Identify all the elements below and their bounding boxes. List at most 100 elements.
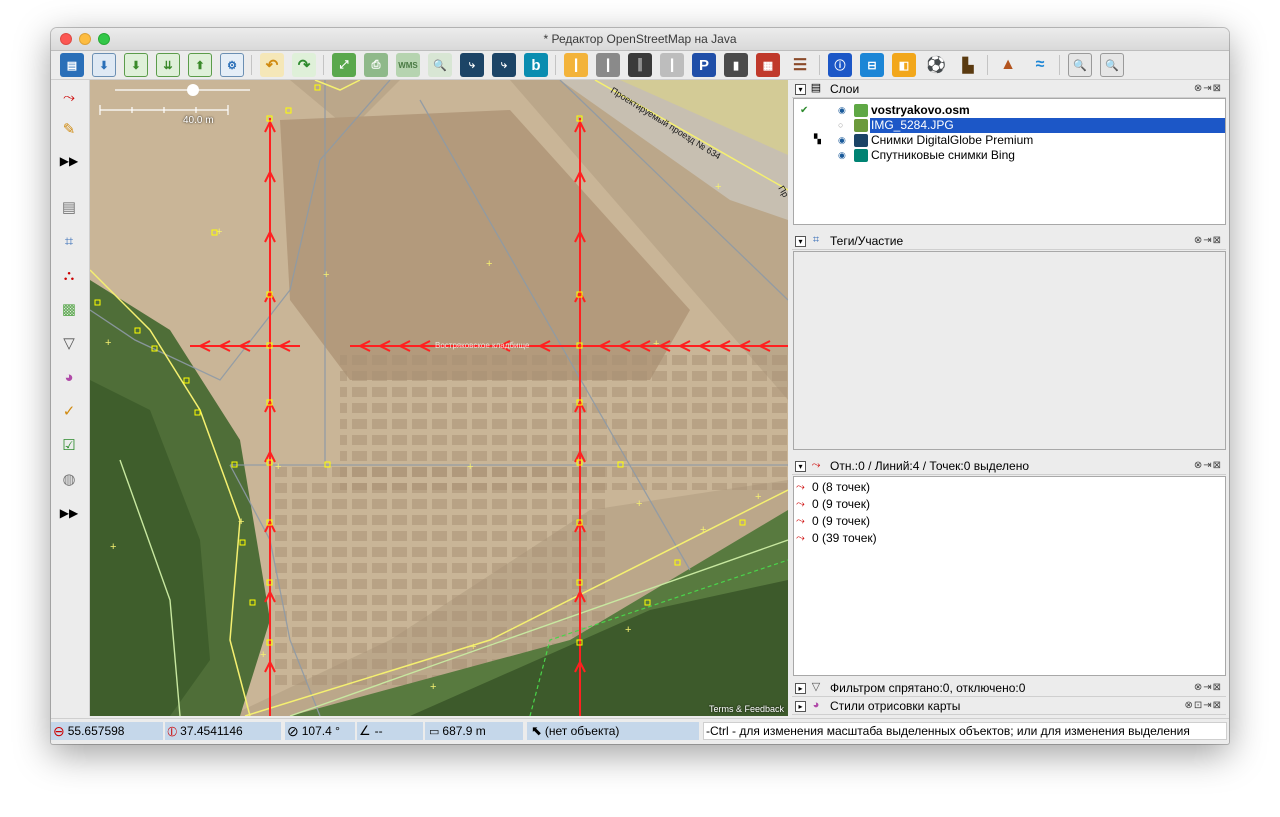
tags-panel-title: Теги/Участие — [830, 234, 904, 248]
svg-text:+: + — [275, 461, 281, 473]
railway-icon[interactable]: ║ — [628, 53, 652, 77]
svg-text:+: + — [323, 269, 329, 281]
wiki-icon[interactable]: ◍ — [58, 468, 80, 490]
list-item[interactable]: ⤳ 0 (39 точек) — [796, 531, 1229, 546]
print-icon[interactable]: ⎙ — [364, 53, 388, 77]
relation-icon[interactable]: ⛬ — [58, 264, 80, 286]
redo-icon[interactable]: ↷ — [292, 53, 316, 77]
svg-text:+: + — [625, 624, 631, 636]
track-icon[interactable]: ┃ — [596, 53, 620, 77]
expand-icon[interactable]: ▸ — [795, 701, 806, 712]
attribution-link[interactable]: Terms & Feedback — [709, 704, 784, 714]
list-item-label: 0 (8 точек) — [812, 480, 870, 494]
traffic-light-icon[interactable]: ▮ — [724, 53, 748, 77]
shop-icon[interactable]: ◧ — [892, 53, 916, 77]
road-icon[interactable]: ┃ — [564, 53, 588, 77]
panel-controls-icon[interactable]: ⊗⇥⊠ — [1194, 235, 1222, 246]
download-new-icon[interactable]: ⇊ — [156, 53, 180, 77]
tags-panel-header[interactable]: ▾ ⌗ Теги/Участие ⊗⇥⊠ — [792, 233, 1226, 250]
selection-icon: ⤳ — [811, 459, 821, 471]
info-icon[interactable]: ⓘ — [828, 53, 852, 77]
selection-panel-header[interactable]: ▾ ⤳ Отн.:0 / Линий:4 / Точек:0 выделено … — [792, 458, 1226, 475]
visibility-icon[interactable]: ◉ — [838, 135, 846, 146]
zoom-to-selection-icon[interactable]: ⤢ — [332, 53, 356, 77]
hotel-icon[interactable]: ⊟ — [860, 53, 884, 77]
list-item[interactable]: ⤳ 0 (8 точек) — [796, 480, 1229, 495]
river-icon[interactable]: ≈ — [1028, 53, 1052, 77]
collapse-icon[interactable]: ▾ — [795, 236, 806, 247]
left-toolbar: ⤳ ✎ ▶▶ ▤ ⌗ ⛬ ▩ ▽ ◕ ✓ ☑ ◍ ▶▶ — [51, 80, 90, 716]
sport-icon[interactable]: ⚽ — [924, 53, 948, 77]
layer-name: vostryakovo.osm — [871, 103, 970, 117]
download-object-icon[interactable]: ⬇ — [124, 53, 148, 77]
svg-text:+: + — [700, 524, 706, 536]
tags-icon[interactable]: ⌗ — [58, 230, 80, 252]
panel-controls-icon[interactable]: ⊗⊡⇥⊠ — [1184, 700, 1222, 711]
zoom-out-icon[interactable]: 🔍 — [1100, 53, 1124, 77]
svg-text:+: + — [653, 338, 659, 350]
layer-row[interactable]: ▚ ◉ Снимки DigitalGlobe Premium — [794, 133, 1225, 148]
open-icon[interactable]: ▤ — [60, 53, 84, 77]
list-item-label: 0 (39 точек) — [812, 531, 877, 545]
title-bar: * Редактор OpenStreetMap на Java — [51, 28, 1229, 51]
search-icon[interactable]: 🔍 — [428, 53, 452, 77]
list-item[interactable]: ⤳ 0 (9 точек) — [796, 497, 1229, 512]
imagery-icon[interactable]: ⤷ — [460, 53, 484, 77]
visibility-icon[interactable]: ◉ — [838, 150, 846, 161]
checklist-icon[interactable]: ☑ — [58, 434, 80, 456]
validator-icon[interactable]: ✓ — [58, 400, 80, 422]
imagery-layer-icon — [854, 134, 868, 147]
footway-icon[interactable]: ┃ — [660, 53, 684, 77]
draw-icon[interactable]: ✎ — [58, 118, 80, 140]
drag-handle-icon[interactable]: ▚ — [814, 134, 821, 145]
download-icon[interactable]: ⬇ — [92, 53, 116, 77]
wms-icon[interactable]: WMS — [396, 53, 420, 77]
bing-icon[interactable]: b — [524, 53, 548, 77]
upload-icon[interactable]: ⬆ — [188, 53, 212, 77]
map-view[interactable]: + + + + + + + + + + + + + + + + + Проект… — [90, 80, 788, 716]
expand-icon[interactable]: ▸ — [795, 683, 806, 694]
selection-panel-title: Отн.:0 / Линий:4 / Точек:0 выделено — [830, 459, 1029, 473]
industrial-icon[interactable]: ▙ — [956, 53, 980, 77]
parking-icon[interactable]: P — [692, 53, 716, 77]
toolbar-separator — [1059, 55, 1060, 75]
select-icon[interactable]: ⤳ — [58, 86, 80, 108]
peak-icon[interactable]: ▲ — [996, 53, 1020, 77]
angle-icon: ∠ — [359, 723, 371, 738]
collapse-icon[interactable]: ▾ — [795, 84, 806, 95]
more-icon[interactable]: ▶▶ — [58, 150, 80, 172]
collapse-icon[interactable]: ▾ — [795, 461, 806, 472]
image-icon[interactable]: ▩ — [58, 298, 80, 320]
svg-text:+: + — [715, 181, 721, 193]
layers-icon[interactable]: ▤ — [58, 196, 80, 218]
panel-controls-icon[interactable]: ⊗⇥⊠ — [1194, 460, 1222, 471]
way-icon: ⤳ — [796, 532, 805, 544]
more2-icon[interactable]: ▶▶ — [58, 502, 80, 524]
style-panel-header[interactable]: ▸ ◕ Стили отрисовки карты ⊗⊡⇥⊠ — [792, 698, 1226, 715]
list-item[interactable]: ⤳ 0 (9 точек) — [796, 514, 1229, 529]
style-panel-title: Стили отрисовки карты — [830, 699, 961, 713]
visibility-icon[interactable]: ○ — [838, 120, 843, 130]
layer-row[interactable]: ○ IMG_5284.JPG — [794, 118, 1225, 133]
zoom-in-icon[interactable]: 🔍 — [1068, 53, 1092, 77]
panel-controls-icon[interactable]: ⊗⇥⊠ — [1194, 83, 1222, 94]
svg-text:+: + — [486, 258, 492, 270]
list-item-label: 0 (9 точек) — [812, 514, 870, 528]
undo-icon[interactable]: ↶ — [260, 53, 284, 77]
style-icon[interactable]: ◕ — [58, 366, 80, 388]
filter-panel-header[interactable]: ▸ ▽ Фильтром спрятано:0, отключено:0 ⊗⇥⊠ — [792, 680, 1226, 697]
preferences-icon[interactable]: ⚙ — [220, 53, 244, 77]
panel-controls-icon[interactable]: ⊗⇥⊠ — [1194, 682, 1222, 693]
layer-row[interactable]: ✔ ◉ vostryakovo.osm — [794, 103, 1225, 118]
svg-text:+: + — [467, 461, 473, 473]
visibility-icon[interactable]: ◉ — [838, 105, 846, 116]
map-canvas[interactable]: +++ +++ +++ +++ +++ ++ Проектируемый про… — [90, 80, 788, 716]
object-value: (нет объекта) — [544, 724, 620, 738]
imagery2-icon[interactable]: ⤷ — [492, 53, 516, 77]
layer-row[interactable]: ◉ Спутниковые снимки Bing — [794, 148, 1225, 163]
filter-icon[interactable]: ▽ — [58, 332, 80, 354]
rail-icon[interactable]: ☰ — [788, 53, 812, 77]
wall-icon[interactable]: ▦ — [756, 53, 780, 77]
layers-panel-header[interactable]: ▾ ▤ Слои ⊗⇥⊠ — [792, 81, 1226, 98]
object-field: ⬉ (нет объекта) — [527, 722, 699, 740]
